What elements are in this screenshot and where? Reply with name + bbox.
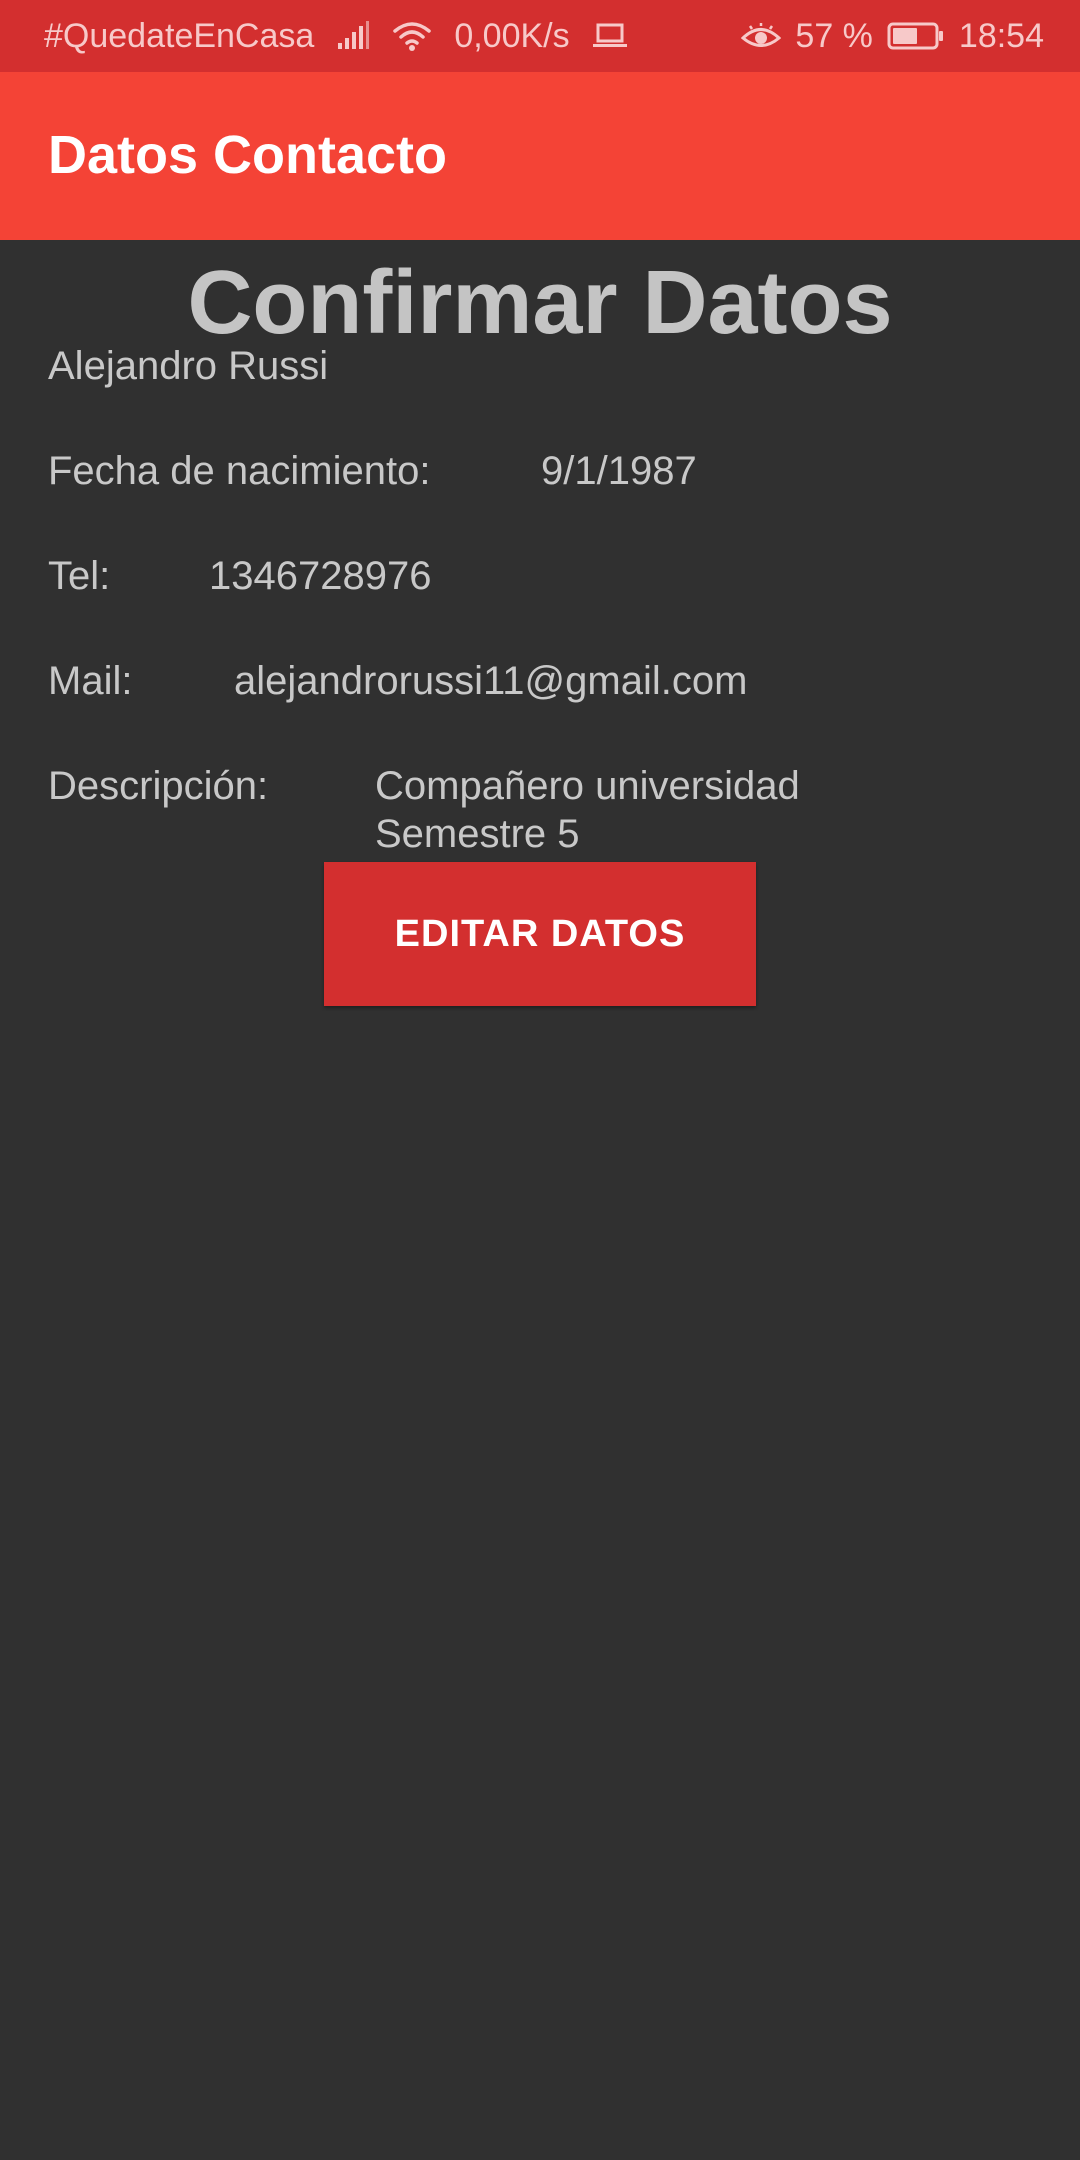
description-label: Descripción: [48, 764, 269, 808]
status-bar-right: 57 % 18:54 [741, 0, 1044, 72]
signal-icon [336, 21, 370, 51]
edit-data-button[interactable]: EDITAR DATOS [324, 862, 756, 1006]
screen: #QuedateEnCasa 0,00K/s 57 % 18:54 Datos … [0, 0, 1080, 2160]
page-title: Confirmar Datos [187, 253, 893, 353]
birth-value: 9/1/1987 [541, 449, 697, 493]
status-bar-left: #QuedateEnCasa 0,00K/s [44, 0, 628, 72]
battery-percent: 57 % [795, 16, 873, 55]
description-line-1: Compañero universidad [375, 764, 800, 808]
clock: 18:54 [958, 16, 1044, 55]
description-line-2: Semestre 5 [375, 812, 580, 856]
eye-icon [741, 21, 782, 51]
mail-label: Mail: [48, 659, 133, 703]
tel-label: Tel: [48, 554, 111, 598]
net-speed: 0,00K/s [454, 16, 570, 55]
wifi-icon [392, 20, 432, 52]
tel-value: 1346728976 [209, 554, 432, 598]
birth-label: Fecha de nacimiento: [48, 449, 431, 493]
app-bar-title: Datos Contacto [48, 125, 448, 185]
status-bar: #QuedateEnCasa 0,00K/s 57 % 18:54 [0, 0, 1080, 72]
mail-value: alejandrorussi11@gmail.com [234, 659, 748, 703]
battery-icon [887, 21, 945, 51]
laptop-icon [592, 23, 628, 49]
contact-name: Alejandro Russi [48, 344, 329, 388]
app-bar: Datos Contacto [0, 72, 1080, 240]
carrier-text: #QuedateEnCasa [44, 16, 315, 55]
